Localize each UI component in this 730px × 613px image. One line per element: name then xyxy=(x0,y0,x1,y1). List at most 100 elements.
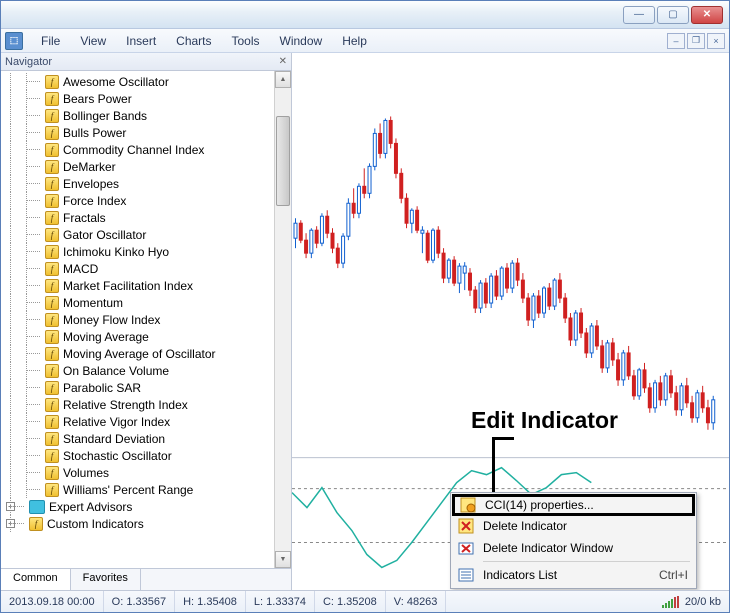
navigator-tree[interactable]: fAwesome OscillatorfBears PowerfBollinge… xyxy=(1,71,291,568)
indicator-icon: f xyxy=(45,398,59,412)
indicator-label: Awesome Oscillator xyxy=(63,75,169,89)
connection-bars-icon xyxy=(662,596,679,608)
ctx-properties[interactable]: CCI(14) properties... xyxy=(452,494,695,516)
tree-item-indicator[interactable]: fMoney Flow Index xyxy=(1,311,291,328)
scroll-down-button[interactable]: ▼ xyxy=(275,551,291,568)
menu-window[interactable]: Window xyxy=(270,31,333,51)
tree-item-indicator[interactable]: fMarket Facilitation Index xyxy=(1,277,291,294)
menubar: ⬚ File View Insert Charts Tools Window H… xyxy=(1,29,729,53)
statusbar: 2013.09.18 00:00 O: 1.33567 H: 1.35408 L… xyxy=(1,590,729,612)
tree-item-indicator[interactable]: fParabolic SAR xyxy=(1,379,291,396)
mdi-controls: – ❐ × xyxy=(667,33,725,49)
indicator-icon: f xyxy=(45,483,59,497)
delete-window-icon xyxy=(455,539,477,557)
indicator-icon: f xyxy=(45,228,59,242)
tab-common[interactable]: Common xyxy=(1,569,71,590)
indicator-label: Bollinger Bands xyxy=(63,109,147,123)
expert-advisors-label: Expert Advisors xyxy=(49,500,132,514)
indicator-icon: f xyxy=(45,194,59,208)
indicator-label: Moving Average xyxy=(63,330,149,344)
ctx-indicators-list[interactable]: Indicators List Ctrl+I xyxy=(453,564,694,586)
tab-favorites[interactable]: Favorites xyxy=(71,569,141,590)
indicator-label: Momentum xyxy=(63,296,123,310)
close-button[interactable]: ✕ xyxy=(691,6,723,24)
tree-item-indicator[interactable]: fIchimoku Kinko Hyo xyxy=(1,243,291,260)
tree-item-indicator[interactable]: f Force Index xyxy=(1,192,291,209)
tree-item-indicator[interactable]: f Relative Vigor Index xyxy=(1,413,291,430)
tree-item-indicator[interactable]: fCommodity Channel Index xyxy=(1,141,291,158)
indicator-label: MACD xyxy=(63,262,98,276)
tree-item-expert-advisors[interactable]: +Expert Advisors xyxy=(1,498,291,515)
indicator-icon: f xyxy=(45,313,59,327)
indicator-label: Force Index xyxy=(63,194,126,208)
indicator-icon: f xyxy=(45,177,59,191)
indicator-icon: f xyxy=(45,432,59,446)
indicator-label: Envelopes xyxy=(63,177,119,191)
indicator-icon: f xyxy=(45,296,59,310)
minimize-button[interactable]: ― xyxy=(623,6,655,24)
tree-item-indicator[interactable]: fBulls Power xyxy=(1,124,291,141)
ctx-delete-indicator[interactable]: Delete Indicator xyxy=(453,515,694,537)
tree-item-indicator[interactable]: fStochastic Oscillator xyxy=(1,447,291,464)
tree-item-indicator[interactable]: fStandard Deviation xyxy=(1,430,291,447)
delete-indicator-icon xyxy=(455,517,477,535)
mdi-close-button[interactable]: × xyxy=(707,33,725,49)
indicator-label: Volumes xyxy=(63,466,109,480)
scroll-thumb[interactable] xyxy=(276,116,290,206)
tree-item-custom-indicators[interactable]: +fCustom Indicators xyxy=(1,515,291,532)
tree-item-indicator[interactable]: fMoving Average of Oscillator xyxy=(1,345,291,362)
tree-item-indicator[interactable]: fBollinger Bands xyxy=(1,107,291,124)
mdi-minimize-button[interactable]: – xyxy=(667,33,685,49)
titlebar[interactable]: ― ▢ ✕ xyxy=(1,1,729,29)
menu-charts[interactable]: Charts xyxy=(166,31,221,51)
mdi-restore-button[interactable]: ❐ xyxy=(687,33,705,49)
tree-item-indicator[interactable]: f Moving Average xyxy=(1,328,291,345)
tree-item-indicator[interactable]: f Envelopes xyxy=(1,175,291,192)
tree-item-indicator[interactable]: f Volumes xyxy=(1,464,291,481)
tree-item-indicator[interactable]: fGator Oscillator xyxy=(1,226,291,243)
indicator-label: DeMarker xyxy=(63,160,116,174)
navigator-close-button[interactable]: ✕ xyxy=(279,56,287,67)
tree-item-indicator[interactable]: f Relative Strength Index xyxy=(1,396,291,413)
tree-item-indicator[interactable]: f MACD xyxy=(1,260,291,277)
menu-help[interactable]: Help xyxy=(332,31,377,51)
indicator-label: Parabolic SAR xyxy=(63,381,141,395)
indicator-icon: f xyxy=(45,466,59,480)
tree-item-indicator[interactable]: fFractals xyxy=(1,209,291,226)
properties-icon xyxy=(457,496,479,514)
navigator-title: Navigator xyxy=(5,56,52,68)
tree-item-indicator[interactable]: fBears Power xyxy=(1,90,291,107)
indicator-label: On Balance Volume xyxy=(63,364,169,378)
tree-item-indicator[interactable]: fDeMarker xyxy=(1,158,291,175)
indicator-icon: f xyxy=(45,415,59,429)
tree-item-indicator[interactable]: fAwesome Oscillator xyxy=(1,73,291,90)
status-low: L: 1.33374 xyxy=(246,591,315,612)
main-area: Navigator ✕ fAwesome OscillatorfBears Po… xyxy=(1,53,729,590)
tree-item-indicator[interactable]: f Momentum xyxy=(1,294,291,311)
menu-file[interactable]: File xyxy=(31,31,70,51)
custom-indicator-icon: f xyxy=(29,517,43,531)
status-close: C: 1.35208 xyxy=(315,591,386,612)
tree-item-indicator[interactable]: fWilliams' Percent Range xyxy=(1,481,291,498)
scroll-up-button[interactable]: ▲ xyxy=(275,71,291,88)
indicator-icon: f xyxy=(45,126,59,140)
indicator-label: Bears Power xyxy=(63,92,132,106)
indicator-icon: f xyxy=(45,211,59,225)
indicator-label: Relative Strength Index xyxy=(63,398,188,412)
menu-tools[interactable]: Tools xyxy=(222,31,270,51)
menu-view[interactable]: View xyxy=(70,31,116,51)
custom-indicators-label: Custom Indicators xyxy=(47,517,144,531)
ctx-delete-window[interactable]: Delete Indicator Window xyxy=(453,537,694,559)
context-menu: CCI(14) properties... Delete Indicator D… xyxy=(450,492,697,589)
menu-insert[interactable]: Insert xyxy=(116,31,166,51)
indicator-icon: f xyxy=(45,330,59,344)
indicator-label: Relative Vigor Index xyxy=(63,415,170,429)
indicator-icon: f xyxy=(45,449,59,463)
indicator-icon: f xyxy=(45,262,59,276)
tree-item-indicator[interactable]: fOn Balance Volume xyxy=(1,362,291,379)
maximize-button[interactable]: ▢ xyxy=(657,6,689,24)
ctx-separator xyxy=(483,561,690,562)
tree-scrollbar[interactable]: ▲ ▼ xyxy=(274,71,291,568)
ctx-indicators-list-label: Indicators List xyxy=(483,568,557,582)
navigator-header[interactable]: Navigator ✕ xyxy=(1,53,291,71)
